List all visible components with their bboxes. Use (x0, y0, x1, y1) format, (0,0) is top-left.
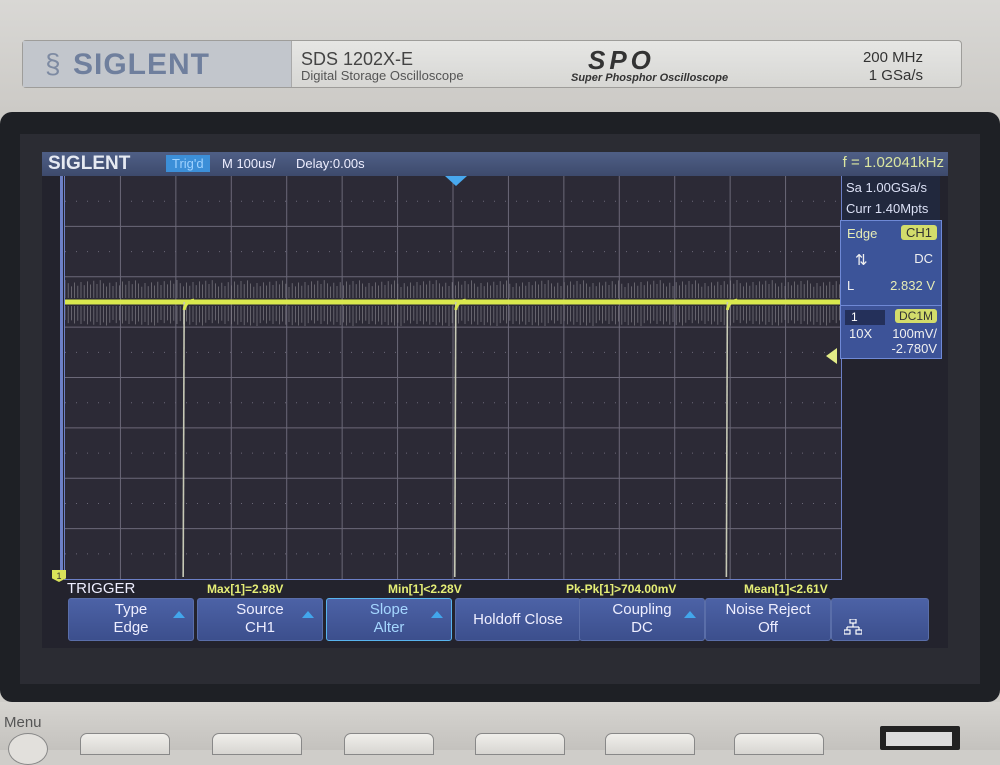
channel1-info-panel[interactable]: 1 DC1M 10X 100mV/ -2.780V (840, 305, 942, 359)
measurement-mean: Mean[1]<2.61V (744, 582, 828, 596)
model-subtitle: Digital Storage Oscilloscope (301, 68, 464, 83)
timebase-readout[interactable]: M 100us/ (222, 156, 275, 171)
usb-port-slot (886, 732, 952, 746)
waveform-canvas (64, 176, 841, 579)
hardware-softkey-3[interactable] (344, 733, 434, 755)
trigger-status-badge: Trig'd (166, 155, 210, 172)
softkey-value: Alter (373, 619, 405, 636)
trigger-type-label: Edge (847, 226, 878, 241)
trigger-info-panel[interactable]: Edge CH1 ⇅ DC L 2.832 V (840, 220, 942, 306)
sample-rate-readout: Sa 1.00GSa/s (846, 180, 927, 195)
slope-alternate-icon: ⇅ (855, 252, 868, 269)
oscilloscope-top-bezel: § SIGLENT SDS 1202X-E Digital Storage Os… (0, 0, 1000, 120)
arrow-up-icon (684, 611, 696, 618)
hardware-softkey-5[interactable] (605, 733, 695, 755)
trigger-position-marker-icon[interactable] (445, 176, 467, 186)
measurement-min: Min[1]<2.28V (388, 582, 462, 596)
oscilloscope-display: SIGLENT Trig'd M 100us/ Delay:0.00s f = … (42, 152, 948, 648)
softkey-noise-reject[interactable]: Noise Reject Off (705, 598, 831, 641)
model-name: SDS 1202X-E (301, 49, 414, 69)
delay-readout[interactable]: Delay:0.00s (296, 156, 365, 171)
softkey-holdoff[interactable]: Holdoff Close (455, 598, 581, 641)
trigger-source-badge: CH1 (900, 225, 937, 240)
ch1-glitch (182, 301, 185, 578)
vertical-offset: -2.780V (891, 341, 937, 356)
softkey-value: Off (758, 619, 778, 636)
arrow-up-icon (431, 611, 443, 618)
measurement-pkpk: Pk-Pk[1]>704.00mV (566, 582, 677, 596)
softkey-value: DC (631, 619, 653, 636)
softkey-coupling[interactable]: Coupling DC (579, 598, 705, 641)
usb-port[interactable] (880, 726, 960, 750)
arrow-up-icon (173, 611, 185, 618)
siglent-swirl-icon: § (45, 48, 61, 79)
trigger-level-label: L (847, 278, 855, 293)
softkey-network[interactable] (831, 598, 929, 641)
grid-left-edge (60, 176, 63, 579)
bandwidth-spec: 200 MHz (862, 49, 923, 66)
ch1-ground-marker-icon[interactable]: 1 (52, 570, 66, 582)
menu-on-off-button[interactable] (8, 733, 48, 765)
measurement-max: Max[1]=2.98V (207, 582, 284, 596)
memory-depth-readout: Curr 1.40Mpts (846, 201, 929, 216)
trigger-level-marker-icon[interactable] (826, 348, 837, 364)
probe-attenuation: 10X (849, 326, 873, 341)
softkey-label: Holdoff Close (473, 611, 563, 628)
brand-logo-box: § SIGLENT (23, 41, 292, 87)
hardware-softkey-1[interactable] (80, 733, 170, 755)
softkey-slope[interactable]: Slope Alter (326, 598, 452, 641)
channel-coupling-badge: DC1M (894, 309, 937, 323)
channel-number: 1 (845, 310, 885, 325)
softkey-value: CH1 (244, 619, 275, 636)
measurement-bar: Max[1]=2.98V Min[1]<2.28V Pk-Pk[1]>704.0… (42, 582, 948, 598)
network-icon (844, 619, 862, 635)
status-bar: SIGLENT Trig'd M 100us/ Delay:0.00s f = … (42, 152, 948, 176)
softkey-label: Noise Reject (725, 601, 811, 618)
brand-strip: § SIGLENT SDS 1202X-E Digital Storage Os… (22, 40, 962, 88)
softkey-source[interactable]: Source CH1 (197, 598, 323, 641)
softkey-type[interactable]: Type Edge (68, 598, 194, 641)
ch1-glitch (725, 301, 729, 578)
sample-rate-spec: 1 GSa/s (868, 67, 923, 84)
screen-logo: SIGLENT (48, 153, 131, 174)
frequency-counter: f = 1.02041kHz (842, 154, 944, 171)
menu-label: Menu (4, 714, 42, 731)
softkey-menu: Type Edge Source CH1 Slope Alter Holdoff… (68, 598, 929, 642)
ch1-glitch (453, 301, 457, 578)
brand-logo: SIGLENT (73, 48, 211, 81)
waveform-grid[interactable] (64, 176, 842, 580)
spo-subtitle: Super Phosphor Oscilloscope (571, 72, 729, 84)
hardware-softkey-2[interactable] (212, 733, 302, 755)
arrow-up-icon (302, 611, 314, 618)
hardware-softkey-4[interactable] (475, 733, 565, 755)
vertical-scale: 100mV/ (892, 326, 937, 341)
hardware-softkey-6[interactable] (734, 733, 824, 755)
trigger-level-value: 2.832 V (890, 278, 935, 293)
trigger-coupling-label: DC (914, 251, 933, 266)
softkey-value: Edge (113, 619, 149, 636)
